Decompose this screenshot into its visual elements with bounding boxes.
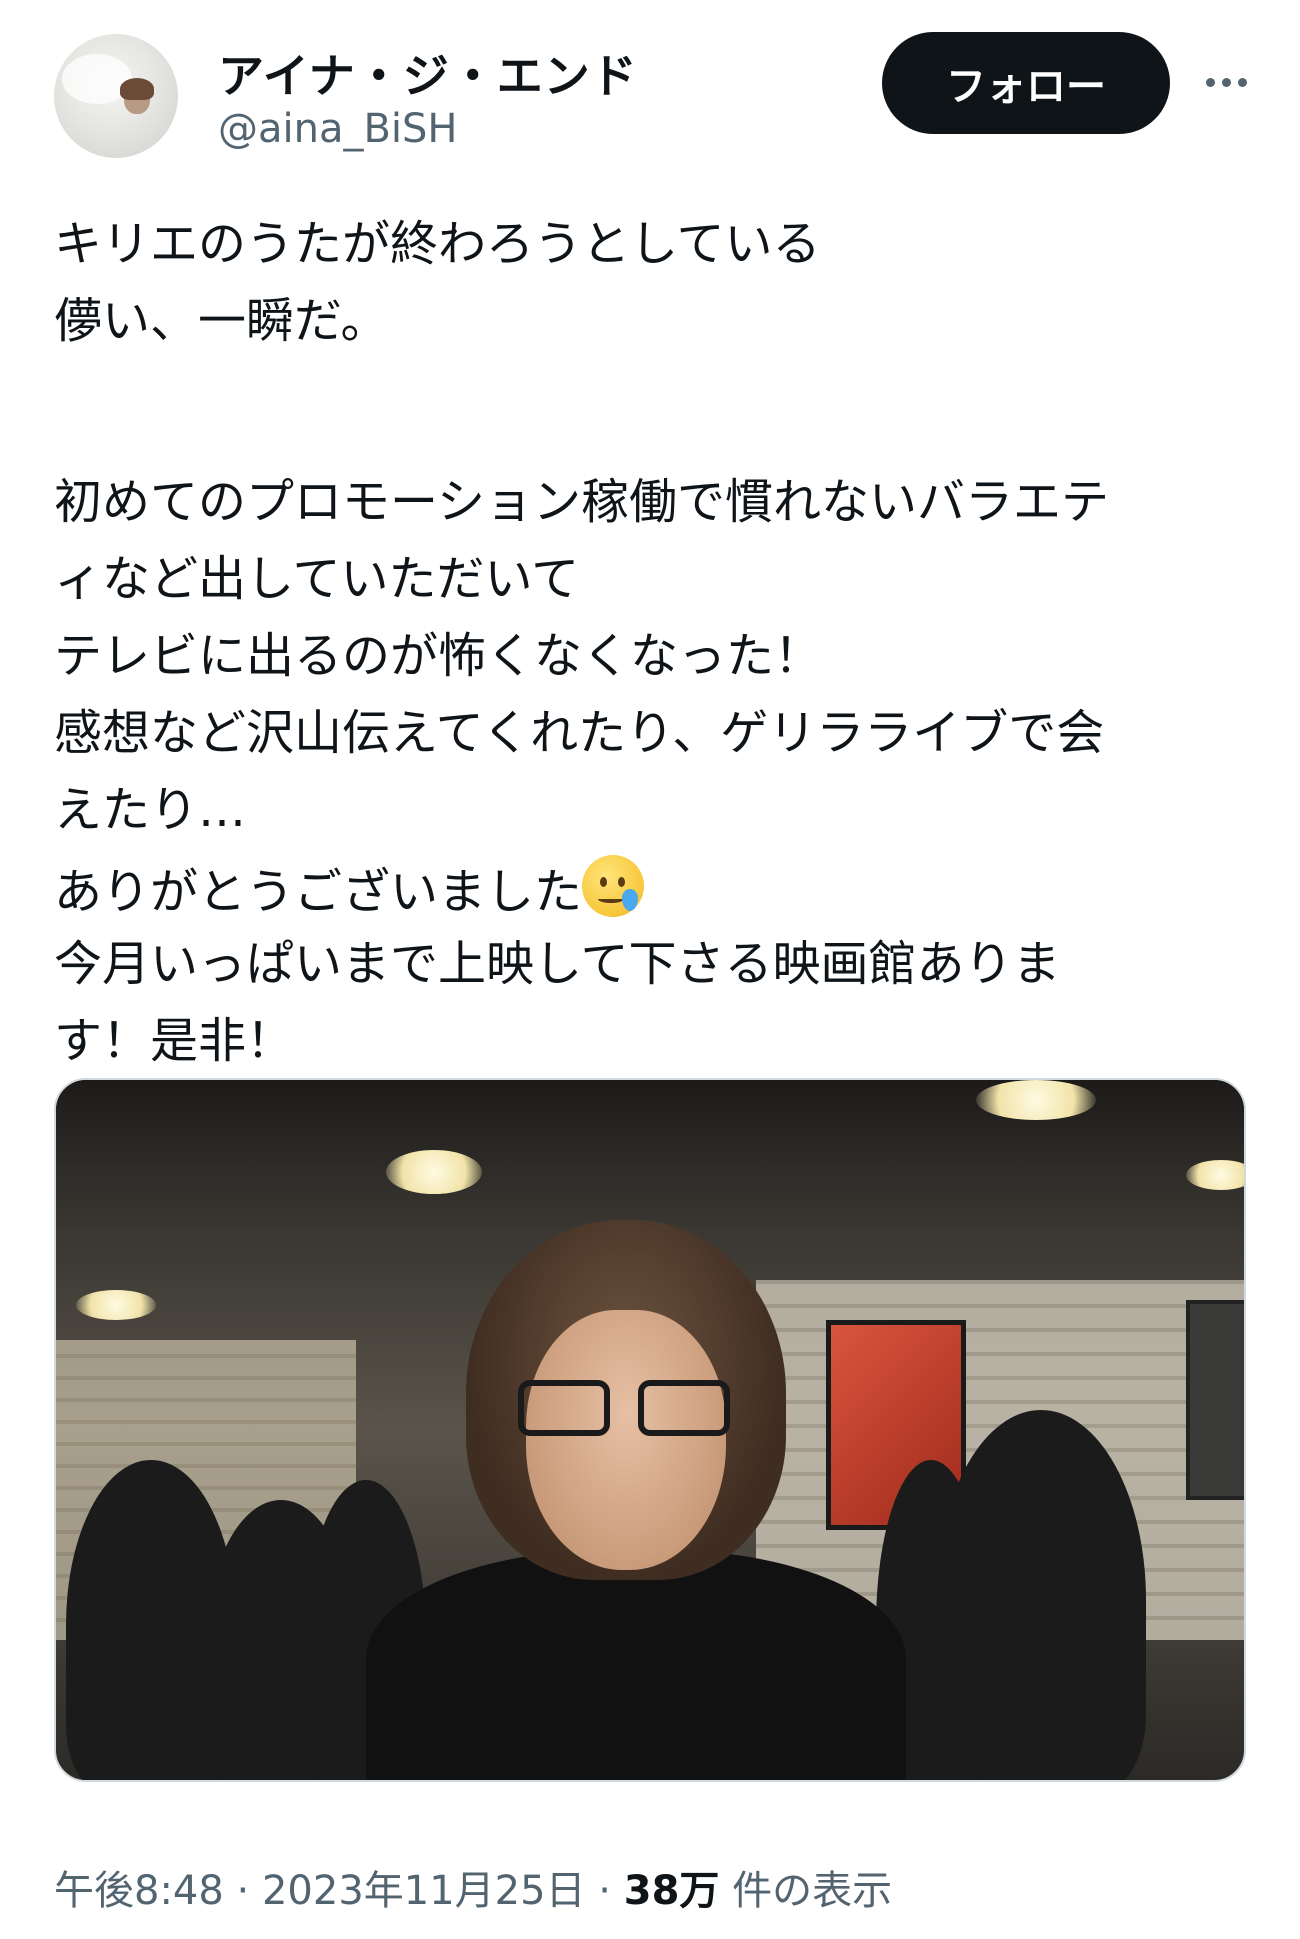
more-options-icon[interactable] — [1196, 60, 1256, 104]
subject-face — [526, 1310, 726, 1570]
tweet-time[interactable]: 午後8:48 — [54, 1868, 224, 1914]
photo-subject — [366, 1220, 906, 1780]
dot — [1221, 77, 1231, 87]
follow-button[interactable]: フォロー — [882, 32, 1170, 134]
subject-glasses — [518, 1380, 736, 1438]
view-label: 件の表示 — [719, 1868, 893, 1914]
face-holding-back-tears-icon — [582, 855, 645, 917]
tweet-line: ィなど出していただいて — [54, 551, 580, 607]
photo-poster — [1186, 1300, 1244, 1500]
tweet-line: 感想など沢山伝えてくれたり、ゲリラライブで会 — [54, 705, 1105, 761]
avatar-hair — [120, 78, 154, 100]
photo-lamp — [976, 1080, 1096, 1120]
tweet-meta: 午後8:48 · 2023年11月25日 · 38万 件の表示 — [54, 1858, 892, 1916]
tweet: アイナ・ジ・エンド @aina_BiSH フォロー キリエのうたが終わろうとして… — [0, 0, 1300, 1939]
separator: · — [223, 1868, 262, 1914]
tweet-date[interactable]: 2023年11月25日 — [262, 1868, 586, 1914]
tweet-line: 儚い、一瞬だ。 — [54, 293, 389, 349]
separator: · — [585, 1868, 624, 1914]
tweet-photo[interactable] — [54, 1078, 1246, 1782]
display-name[interactable]: アイナ・ジ・エンド — [218, 40, 638, 106]
subject-hoodie — [366, 1550, 906, 1780]
dot — [1237, 77, 1247, 87]
tweet-text: キリエのうたが終わろうとしている 儚い、一瞬だ。 初めてのプロモーション稼働で慣… — [54, 212, 1254, 1086]
tweet-line-with-emoji: ありがとうございました — [54, 855, 1254, 932]
avatar[interactable] — [54, 34, 178, 158]
photo-lamp — [386, 1150, 482, 1194]
tweet-line: す！是非！ — [54, 1013, 295, 1069]
tweet-line: ありがとうございました — [54, 864, 583, 920]
user-handle[interactable]: @aina_BiSH — [218, 106, 458, 152]
tweet-line: えたり… — [54, 782, 247, 838]
view-count: 38万 — [623, 1868, 720, 1914]
tweet-line: 初めてのプロモーション稼働で慣れないバラエテ — [54, 474, 1110, 530]
tweet-line: テレビに出るのが怖くなくなった！ — [54, 628, 823, 684]
tweet-line: 今月いっぱいまで上映して下さる映画館ありま — [54, 936, 1061, 992]
dot — [1205, 77, 1215, 87]
tweet-line: キリエのうたが終わろうとしている — [54, 216, 821, 272]
photo-lamp — [76, 1290, 156, 1320]
